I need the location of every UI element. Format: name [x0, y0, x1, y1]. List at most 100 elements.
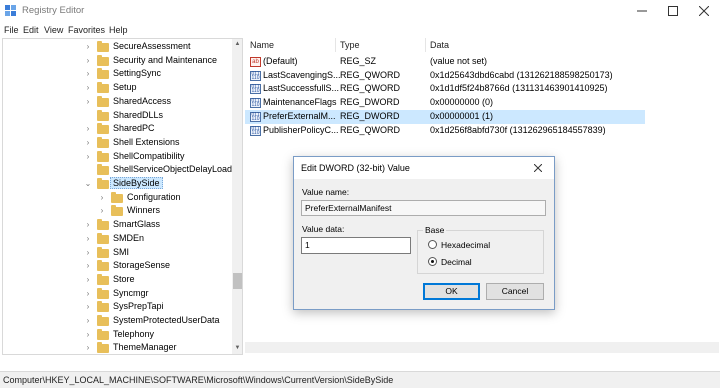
folder-icon	[97, 273, 109, 285]
scroll-down-icon[interactable]: ▼	[232, 343, 242, 354]
menu-favorites[interactable]: Favorites	[68, 25, 105, 35]
chevron-right-icon[interactable]: ›	[83, 328, 93, 342]
tree-item[interactable]: › StorageSense	[3, 259, 231, 273]
value-row[interactable]: 011 110 PublisherPolicyC... REG_QWORD 0x1d2…	[245, 124, 645, 138]
menu-view[interactable]: View	[44, 25, 63, 35]
chevron-right-icon[interactable]: ›	[83, 314, 93, 328]
tree-item[interactable]: › Syncmgr	[3, 287, 231, 301]
tree-item[interactable]: › SmartGlass	[3, 218, 231, 232]
maximize-button[interactable]	[658, 0, 688, 22]
scroll-up-icon[interactable]: ▲	[232, 39, 242, 50]
decimal-label[interactable]: Decimal	[441, 257, 472, 267]
list-horizontal-scrollbar[interactable]	[245, 342, 719, 353]
tree-item-label: Configuration	[127, 191, 181, 202]
tree-item[interactable]: › SystemProtectedUserData	[3, 314, 231, 328]
column-header-name[interactable]: Name	[250, 40, 274, 50]
tree-item[interactable]: › ThemeManager	[3, 341, 231, 354]
menu-edit[interactable]: Edit	[23, 25, 39, 35]
tree-item[interactable]: ⌄ SideBySide	[3, 177, 231, 191]
binary-value-icon: 011 110	[250, 98, 261, 109]
value-data: 0x1d25643dbd6cabd (131262188598250173)	[430, 69, 613, 80]
tree-item[interactable]: › SharedPC	[3, 122, 231, 136]
value-name: LastSuccessfullS...	[263, 83, 340, 94]
value-row[interactable]: ab (Default) REG_SZ (value not set)	[245, 55, 645, 69]
ok-button[interactable]: OK	[423, 283, 480, 300]
chevron-right-icon[interactable]: ›	[83, 300, 93, 314]
menu-bar: File Edit View Favorites Help	[0, 22, 720, 38]
chevron-right-icon[interactable]: ›	[97, 191, 107, 205]
value-type: REG_QWORD	[340, 69, 401, 80]
chevron-right-icon[interactable]: ›	[83, 287, 93, 301]
chevron-right-icon[interactable]: ›	[83, 232, 93, 246]
tree-item[interactable]: › Winners	[3, 204, 231, 218]
value-type: REG_DWORD	[340, 110, 400, 121]
tree-item[interactable]: › Setup	[3, 81, 231, 95]
tree-item[interactable]: › Store	[3, 273, 231, 287]
column-divider[interactable]	[425, 38, 426, 52]
tree-item[interactable]: › Security and Maintenance	[3, 54, 231, 68]
hexadecimal-radio[interactable]	[428, 240, 437, 249]
tree-item[interactable]: › SecureAssessment	[3, 40, 231, 54]
dialog-close-button[interactable]	[530, 161, 546, 175]
chevron-right-icon[interactable]: ›	[83, 150, 93, 164]
chevron-right-icon[interactable]: ›	[83, 259, 93, 273]
chevron-right-icon[interactable]: ›	[83, 218, 93, 232]
tree-item[interactable]: SharedDLLs	[3, 109, 231, 123]
tree-item-label: StorageSense	[113, 260, 171, 271]
tree-item[interactable]: › ShellCompatibility	[3, 150, 231, 164]
folder-icon	[97, 260, 109, 272]
chevron-down-icon[interactable]: ⌄	[83, 177, 93, 191]
chevron-right-icon[interactable]: ›	[83, 81, 93, 95]
tree-item-label: SharedDLLs	[113, 109, 164, 120]
minimize-button[interactable]	[627, 0, 657, 22]
chevron-right-icon[interactable]: ›	[83, 122, 93, 136]
chevron-right-icon[interactable]: ›	[83, 273, 93, 287]
tree-item[interactable]: › SettingSync	[3, 67, 231, 81]
tree-item[interactable]: › Configuration	[3, 191, 231, 205]
tree-item[interactable]: › Shell Extensions	[3, 136, 231, 150]
menu-help[interactable]: Help	[109, 25, 128, 35]
value-name: PublisherPolicyC...	[263, 124, 339, 135]
registry-tree[interactable]: › SecureAssessment › Security and Maintenan…	[2, 38, 243, 355]
tree-item-label: SideBySide	[110, 177, 163, 189]
chevron-right-icon[interactable]: ›	[83, 136, 93, 150]
chevron-right-icon[interactable]: ›	[83, 67, 93, 81]
value-row[interactable]: 011 110 MaintenanceFlags REG_DWORD 0x000000…	[245, 96, 645, 110]
value-data: 0x1d1df5f24b8766d (131131463901410925)	[430, 83, 608, 94]
value-row[interactable]: 011 110 LastScavengingS... REG_QWORD 0x1d25…	[245, 69, 645, 83]
close-button[interactable]	[689, 0, 719, 22]
chevron-right-icon[interactable]: ›	[83, 246, 93, 260]
tree-item-label: Syncmgr	[113, 287, 149, 298]
value-data-field[interactable]: 1	[301, 237, 411, 254]
tree-item[interactable]: ShellServiceObjectDelayLoad	[3, 163, 233, 177]
value-name: (Default)	[263, 56, 298, 66]
chevron-right-icon[interactable]: ›	[83, 341, 93, 354]
scrollbar-thumb[interactable]	[233, 273, 242, 289]
tree-item[interactable]: › SysPrepTapi	[3, 300, 231, 314]
hexadecimal-label[interactable]: Hexadecimal	[441, 240, 490, 250]
tree-item[interactable]: › SharedAccess	[3, 95, 231, 109]
tree-vertical-scrollbar[interactable]: ▲ ▼	[232, 39, 242, 354]
tree-item[interactable]: › Telephony	[3, 328, 231, 342]
value-row[interactable]: 011 110 PreferExternalM... REG_DWORD 0x0000…	[245, 109, 645, 124]
chevron-right-icon[interactable]: ›	[83, 54, 93, 68]
folder-icon	[97, 328, 109, 340]
menu-file[interactable]: File	[4, 25, 19, 35]
folder-icon	[97, 246, 109, 258]
value-type: REG_SZ	[340, 56, 377, 66]
chevron-right-icon[interactable]: ›	[97, 204, 107, 218]
chevron-right-icon[interactable]: ›	[83, 95, 93, 109]
value-name: LastScavengingS...	[263, 69, 341, 80]
value-name-field[interactable]: PreferExternalManifest	[301, 200, 546, 216]
value-data: 0x00000000 (0)	[430, 97, 494, 108]
decimal-radio[interactable]	[428, 257, 437, 266]
column-header-data[interactable]: Data	[430, 40, 449, 50]
chevron-right-icon[interactable]: ›	[83, 40, 93, 54]
column-divider[interactable]	[335, 38, 336, 52]
tree-item[interactable]: › SMI	[3, 246, 231, 260]
tree-item[interactable]: › SMDEn	[3, 232, 231, 246]
column-header-type[interactable]: Type	[340, 40, 360, 50]
value-row[interactable]: 011 110 LastSuccessfullS... REG_QWORD 0x1d1…	[245, 82, 645, 96]
cancel-button[interactable]: Cancel	[486, 283, 544, 300]
tree-item-label: ShellServiceObjectDelayLoad	[113, 164, 233, 175]
